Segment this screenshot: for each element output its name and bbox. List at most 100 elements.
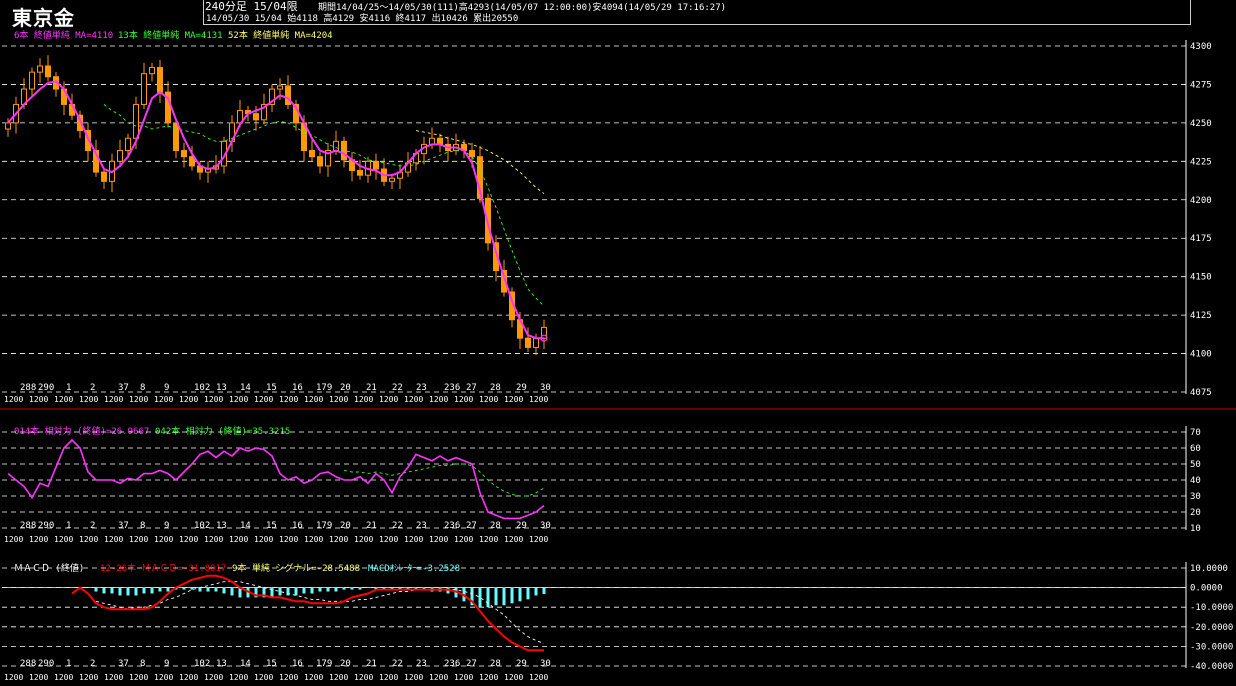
macd-time-label: 1200 (529, 673, 548, 682)
rsi-time-label: 1200 (504, 535, 523, 544)
macd-time-label: 1200 (179, 673, 198, 682)
price-ytick-label: 4075 (1190, 388, 1212, 398)
price-ytick-label: 4250 (1190, 119, 1212, 129)
rsi-time-label: 1200 (379, 535, 398, 544)
rsi-time-label: 1200 (479, 535, 498, 544)
legend-ma6: 6本 終値単純 MA=4110 (14, 29, 113, 41)
legend-rsi14: 014本 相対力 (終値)=26.9667 (14, 425, 149, 437)
rsi-xtick-label: 20 (340, 521, 351, 531)
price-time-label: 1200 (79, 395, 98, 404)
candle-body (181, 150, 187, 158)
macd-ytick-label: 10.0000 (1190, 564, 1228, 574)
rsi-time-label: 1200 (4, 535, 23, 544)
price-xtick-label: 28 (490, 383, 501, 393)
price-time-label: 1200 (454, 395, 473, 404)
macd-time-label: 1200 (279, 673, 298, 682)
macd-time-label: 1200 (429, 673, 448, 682)
rsi-xtick-label: 16 (292, 521, 303, 531)
price-time-label: 1200 (104, 395, 123, 404)
macd-xtick-label: 14 (240, 659, 251, 669)
rsi-time-label: 1200 (79, 535, 98, 544)
legend-macd: 12-26本 ＭＡＣＤ=-31.8017 (100, 562, 226, 574)
macd-ytick-label: -40.0000 (1190, 662, 1233, 672)
legend-ma13: 13本 終値単純 MA=4131 (118, 29, 223, 41)
rsi-xtick-label: 288 (20, 521, 36, 531)
chart-layer: 4300 4275 4250 4225 4200 4175 4150 4125 4100 4075… (0, 40, 1236, 682)
price-xtick-label: 288 (20, 383, 36, 393)
candle-body (389, 177, 395, 182)
rsi-ytick-label: 50 (1190, 460, 1201, 470)
price-xtick-label: 13 (216, 383, 227, 393)
macd-xtick-label: 179 (316, 659, 332, 669)
macd-xtick-label: 102 (194, 659, 210, 669)
macd-time-label: 1200 (354, 673, 373, 682)
price-time-label: 1200 (154, 395, 173, 404)
legend-rsi42: 042本 相対力 (終値)=35.3215 (155, 425, 290, 437)
rsi-ytick-label: 30 (1190, 492, 1201, 502)
price-ytick-label: 4300 (1190, 42, 1212, 52)
candle-body (133, 103, 139, 139)
price-time-label: 1200 (204, 395, 223, 404)
price-xtick-label: 14 (240, 383, 251, 393)
rsi-xtick-label: 28 (490, 521, 501, 531)
price-ytick-label: 4275 (1190, 80, 1212, 90)
legend-ma52: 52本 終値単純 MA=4204 (228, 29, 333, 41)
price-time-label: 1200 (179, 395, 198, 404)
macd-time-label: 1200 (229, 673, 248, 682)
rsi-time-label: 1200 (204, 535, 223, 544)
rsi-xtick-label: 8 (140, 521, 145, 531)
price-time-label: 1200 (329, 395, 348, 404)
price-xtick-label: 21 (366, 383, 377, 393)
rsi-ytick-label: 40 (1190, 476, 1201, 486)
rsi14-line (7, 438, 545, 520)
macd-ytick-label: -20.0000 (1190, 623, 1233, 633)
macd-xtick-label: 37 (118, 659, 129, 669)
macd-ytick-label: -30.0000 (1190, 642, 1233, 652)
macd-time-label: 1200 (154, 673, 173, 682)
macd-xtick-label: 2 (90, 659, 95, 669)
rsi-xtick-label: 30 (540, 521, 551, 531)
macd-time-label: 1200 (104, 673, 123, 682)
price-time-label: 1200 (254, 395, 273, 404)
macd-xtick-label: 1 (66, 659, 71, 669)
price-xtick-label: 15 (266, 383, 277, 393)
price-xtick-label: 30 (540, 383, 551, 393)
price-time-label: 1200 (4, 395, 23, 404)
price-time-label: 1200 (29, 395, 48, 404)
macd-xtick-label: 13 (216, 659, 227, 669)
price-time-label: 1200 (279, 395, 298, 404)
price-xtick-label: 22 (392, 383, 403, 393)
rsi-time-label: 1200 (329, 535, 348, 544)
candle-body (5, 122, 11, 130)
rsi-time-label: 1200 (279, 535, 298, 544)
rsi-time-label: 1200 (104, 535, 123, 544)
price-xtick-label: 8 (140, 383, 145, 393)
rsi-xtick-label: 9 (164, 521, 169, 531)
chart-canvas: 6本 終値単純 MA=4110 13本 終値単純 MA=4131 52本 終値単… (0, 29, 1236, 682)
macd-time-label: 1200 (204, 673, 223, 682)
price-xtick-label: 290 (38, 383, 54, 393)
price-ytick-label: 4175 (1190, 234, 1212, 244)
rsi-time-label: 1200 (179, 535, 198, 544)
price-time-label: 1200 (54, 395, 73, 404)
rsi-ytick-label: 10 (1190, 524, 1201, 534)
price-xtick-label: 2 (90, 383, 95, 393)
price-xtick-label: 179 (316, 383, 332, 393)
macd-xtick-label: 28 (490, 659, 501, 669)
rsi-time-label: 1200 (429, 535, 448, 544)
macd-xtick-label: 22 (392, 659, 403, 669)
price-ytick-label: 4225 (1190, 157, 1212, 167)
candle-body (357, 170, 363, 176)
rsi-time-label: 1200 (354, 535, 373, 544)
rsi-time-label: 1200 (304, 535, 323, 544)
macd-time-label: 1200 (304, 673, 323, 682)
price-ytick-label: 4200 (1190, 196, 1212, 206)
candle-body (125, 137, 131, 152)
price-xtick-label: 102 (194, 383, 210, 393)
price-time-label: 1200 (354, 395, 373, 404)
macd-time-label: 1200 (79, 673, 98, 682)
price-time-label: 1200 (479, 395, 498, 404)
price-time-label: 1200 (429, 395, 448, 404)
macd-xtick-label: 16 (292, 659, 303, 669)
macd-time-label: 1200 (504, 673, 523, 682)
